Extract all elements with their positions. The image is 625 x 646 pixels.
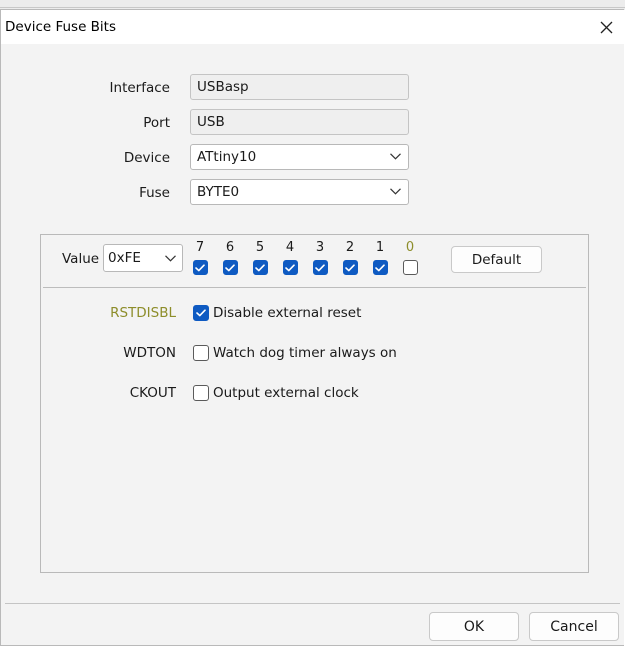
checkmark-icon bbox=[285, 263, 295, 271]
device-fuse-bits-dialog: Device Fuse Bits Interface USBasp Port U… bbox=[0, 9, 625, 646]
default-button[interactable]: Default bbox=[451, 246, 542, 273]
close-button[interactable] bbox=[593, 14, 619, 40]
device-label: Device bbox=[123, 150, 170, 166]
device-value: ATtiny10 bbox=[197, 149, 257, 165]
fuse-name: RSTDISBL bbox=[110, 305, 176, 321]
bit-number-label: 6 bbox=[225, 240, 235, 255]
interface-label: Interface bbox=[109, 80, 170, 96]
bit-6-checkbox[interactable] bbox=[222, 260, 238, 275]
bit-number-label: 7 bbox=[195, 240, 205, 255]
checkmark-icon bbox=[225, 263, 235, 271]
bit-1: 1 bbox=[371, 240, 389, 275]
device-select[interactable]: ATtiny10 bbox=[190, 144, 409, 170]
bit-4-checkbox[interactable] bbox=[282, 260, 298, 275]
bit-7: 7 bbox=[191, 240, 209, 275]
fuse-description[interactable]: Output external clock bbox=[213, 385, 359, 401]
bit-number-label: 5 bbox=[255, 240, 265, 255]
bit-6: 6 bbox=[221, 240, 239, 275]
fuse-ckout-checkbox[interactable] bbox=[193, 385, 209, 401]
bit-number-label: 2 bbox=[345, 240, 355, 255]
port-label: Port bbox=[143, 115, 170, 131]
chevron-down-icon bbox=[390, 153, 401, 160]
close-icon bbox=[600, 21, 612, 33]
title-bar: Device Fuse Bits bbox=[1, 10, 625, 44]
fuse-select[interactable]: BYTE0 bbox=[190, 179, 409, 205]
fuse-bits-panel: Value 0xFE 7 6 5 4 3 2 1 0 Default RSTDISBL Disa… bbox=[40, 234, 589, 573]
bit-4: 4 bbox=[281, 240, 299, 275]
checkmark-icon bbox=[345, 263, 355, 271]
ok-button-label: OK bbox=[463, 618, 485, 635]
cancel-button[interactable]: Cancel bbox=[529, 612, 619, 641]
fuse-name: CKOUT bbox=[129, 385, 176, 401]
interface-field: USBasp bbox=[190, 74, 409, 100]
bit-number-label: 3 bbox=[315, 240, 325, 255]
bit-5: 5 bbox=[251, 240, 269, 275]
fuse-wdton-checkbox[interactable] bbox=[193, 345, 209, 361]
port-value: USB bbox=[197, 114, 225, 130]
bit-1-checkbox[interactable] bbox=[372, 260, 388, 275]
checkmark-icon bbox=[195, 263, 205, 271]
checkmark-icon bbox=[255, 263, 265, 271]
checkmark-icon bbox=[196, 309, 206, 317]
bit-number-label: 0 bbox=[405, 240, 415, 255]
bit-3-checkbox[interactable] bbox=[312, 260, 328, 275]
default-button-label: Default bbox=[471, 251, 522, 268]
checkmark-icon bbox=[375, 263, 385, 271]
checkmark-icon bbox=[315, 263, 325, 271]
bit-0: 0 bbox=[401, 240, 419, 275]
footer-divider bbox=[5, 603, 620, 604]
value-label: Value bbox=[62, 251, 100, 267]
value-select[interactable]: 0xFE bbox=[103, 244, 183, 272]
bit-2: 2 bbox=[341, 240, 359, 275]
fuse-row-rstdisbl: RSTDISBL Disable external reset bbox=[41, 304, 581, 324]
port-field: USB bbox=[190, 109, 409, 135]
bit-7-checkbox[interactable] bbox=[192, 260, 208, 275]
fuse-name: WDTON bbox=[123, 345, 176, 361]
fuse-value: BYTE0 bbox=[197, 184, 240, 200]
bit-3: 3 bbox=[311, 240, 329, 275]
fuse-description[interactable]: Watch dog timer always on bbox=[213, 345, 397, 361]
chevron-down-icon bbox=[165, 255, 176, 262]
fuse-description[interactable]: Disable external reset bbox=[213, 305, 361, 321]
value-value: 0xFE bbox=[108, 250, 141, 266]
fuse-rstdisbl-checkbox[interactable] bbox=[193, 305, 209, 321]
cancel-button-label: Cancel bbox=[550, 618, 598, 635]
interface-value: USBasp bbox=[197, 79, 249, 95]
bit-2-checkbox[interactable] bbox=[342, 260, 358, 275]
bit-number-label: 4 bbox=[285, 240, 295, 255]
bit-5-checkbox[interactable] bbox=[252, 260, 268, 275]
fuse-row-wdton: WDTON Watch dog timer always on bbox=[41, 344, 581, 364]
dialog-title: Device Fuse Bits bbox=[5, 19, 117, 35]
ok-button[interactable]: OK bbox=[429, 612, 519, 641]
panel-divider bbox=[43, 287, 586, 288]
chevron-down-icon bbox=[390, 188, 401, 195]
bit-number-label: 1 bbox=[375, 240, 385, 255]
fuse-label: Fuse bbox=[139, 185, 170, 201]
bit-0-checkbox[interactable] bbox=[402, 260, 418, 275]
fuse-row-ckout: CKOUT Output external clock bbox=[41, 384, 581, 404]
